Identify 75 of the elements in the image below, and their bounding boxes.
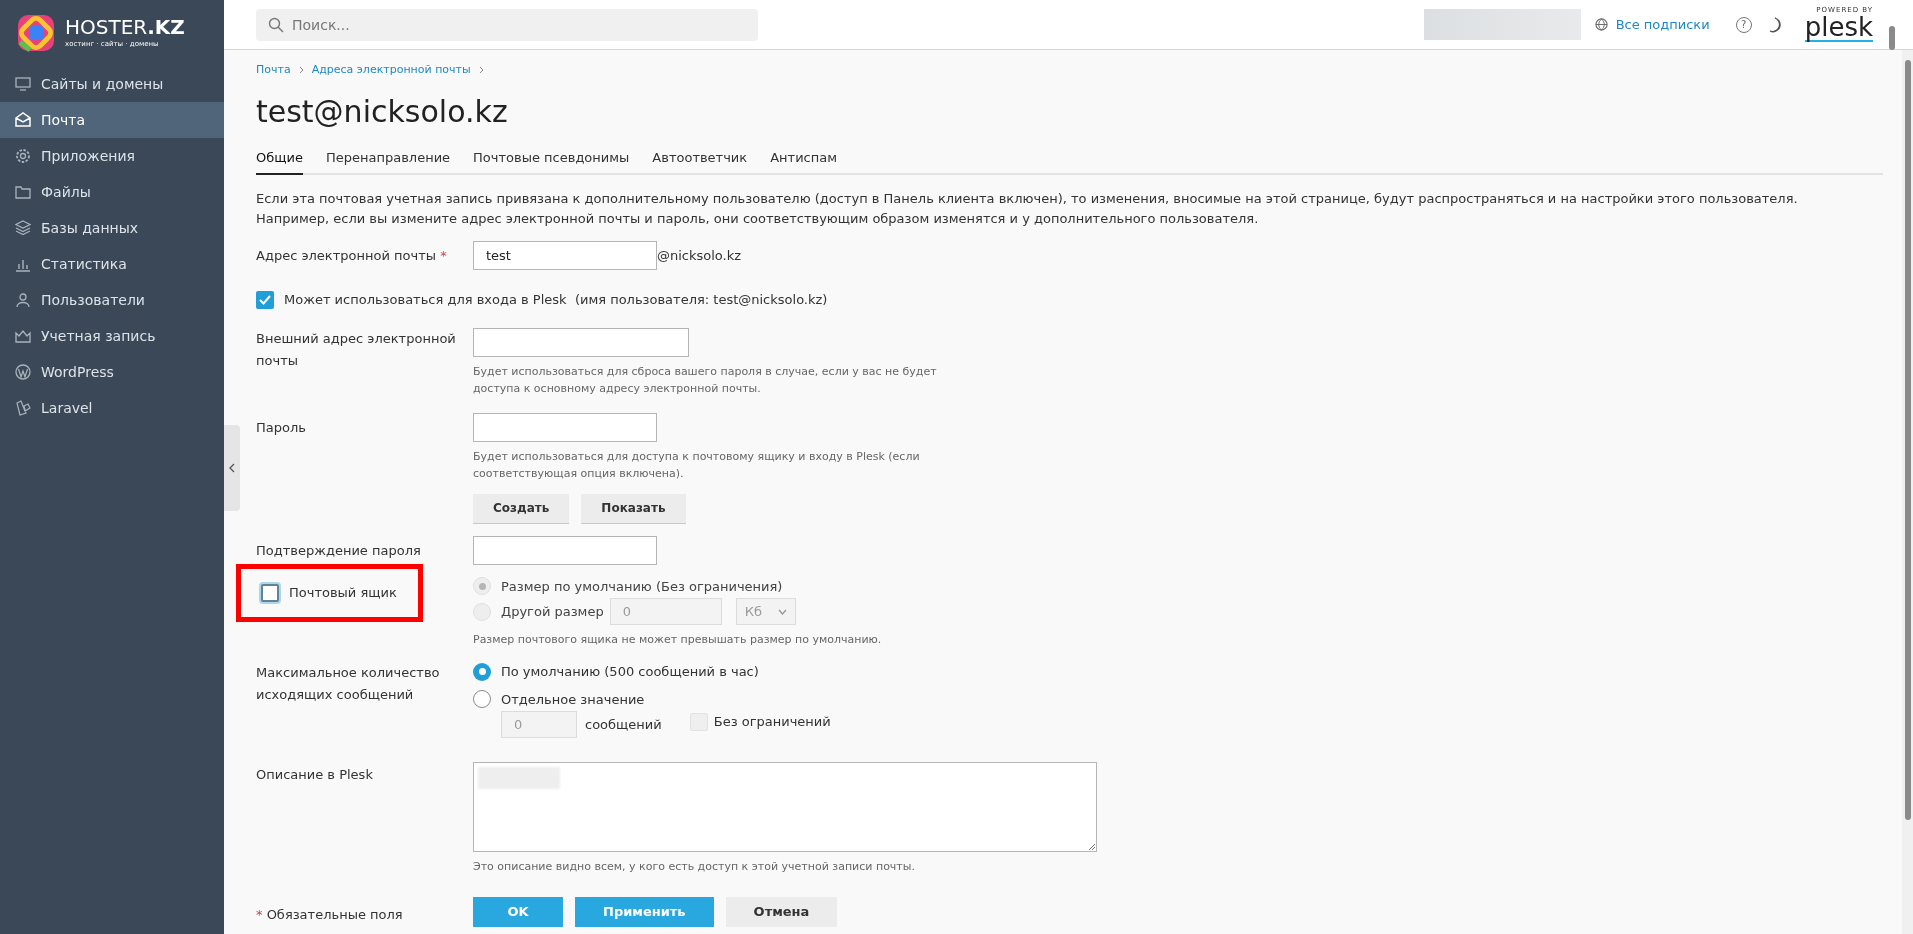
unit-label: сообщений [585,715,662,734]
laravel-icon [15,400,31,416]
field-label: Пароль [256,418,307,437]
field-label: Внешний адрес электронной почты [256,329,457,370]
chevron-right-icon [478,66,484,75]
checkbox[interactable] [261,583,279,602]
wordpress-icon [15,364,31,380]
breadcrumb-link[interactable]: Адреса электронной почты [311,62,471,79]
checkbox-label: Может использоваться для входа в Plesk (имя пользователя: test@nicksolo.kz) [284,291,828,309]
tab[interactable]: Перенаправление [325,147,451,175]
sidebar-item[interactable]: Файлы [0,174,224,210]
checkbox-label: Без ограничений [713,712,831,731]
person-icon [15,292,31,308]
radio-label: Отдельное значение [501,690,645,709]
tab[interactable]: Общие [256,147,303,175]
password-input[interactable] [473,412,657,442]
radio-label: Другой размер [501,602,604,621]
chevron-right-icon [298,66,304,75]
sidebar-item[interactable]: Приложения [0,138,224,174]
sidebar-item[interactable]: Статистика [0,246,224,282]
radio-label: Размер по умолчанию (Без ограничения) [501,577,783,596]
resize-grip-icon [1088,843,1095,850]
field-label: Адрес электронной почты * [256,247,447,263]
logo-icon [15,12,57,54]
sidebar-item[interactable]: WordPress [0,354,224,390]
chevron-left-icon [229,463,235,473]
external-email-input[interactable] [473,327,689,357]
collapse-handle[interactable] [224,425,240,511]
form-button[interactable]: Показать [581,493,686,524]
page-title: test@nicksolo.kz [256,92,509,131]
action-button[interactable]: Отмена [725,897,838,927]
radio-button[interactable] [473,690,491,709]
subscriptions-link[interactable]: Все подписки [1594,14,1710,35]
sidebar-item[interactable]: Сайты и домены [0,66,224,102]
intro-text: Если эта почтовая учетная запись привязана к дополнительному пользователю (доступ в Панель клиента включен), то изменения, вносимые на этой странице, будут распространяться и на настройки этого пользователя. Например, если вы измените адрес электронной почты и пароль, они соответствующим образом изменятся и у дополнительного пользователя. [256,190,1799,228]
monitor-icon [15,76,31,92]
tab[interactable]: Антиспам [770,147,837,175]
sidebar-item[interactable]: Laravel [0,390,224,426]
sidebar-item[interactable]: Учетная запись [0,318,224,354]
tab[interactable]: Автоответчик [652,147,748,175]
tab[interactable]: Почтовые псевдонимы [473,147,630,175]
hint-text: Размер почтового ящика не может превышать размер по умолчанию. [473,632,882,648]
caret-icon [777,608,787,615]
required-note: * Обязательные поля [256,906,404,924]
plesk-logo: plesk [1804,14,1873,42]
breadcrumb-link[interactable]: Почта [256,62,291,79]
field-label: Описание в Plesk [256,766,374,784]
search-icon [268,16,284,33]
hint-text: Это описание видно всем, у кого есть доступ к этой учетной записи почты. [473,859,916,875]
envelope-icon [15,112,31,128]
field-label: Максимальное количество исходящих сообщений [256,664,441,704]
globe-icon [1594,18,1608,31]
checkmark-icon [259,294,271,305]
checkbox[interactable] [256,290,274,309]
sidebar-item[interactable]: Пользователи [0,282,224,318]
description-textarea[interactable] [473,762,1097,852]
password-confirm-input[interactable] [473,535,657,565]
sidebar-item[interactable]: Базы данных [0,210,224,246]
sidebar-item[interactable]: Почта [0,102,224,138]
radio-label: По умолчанию (500 сообщений в час) [501,663,759,681]
hint-text: Будет использоваться для сброса вашего пароля в случае, если у вас не будет доступа к основному адресу электронной почты. [473,363,938,397]
layers-icon [15,220,31,236]
email-input[interactable]: test [473,241,657,270]
gear-icon [15,148,31,164]
crown-icon [15,328,31,344]
radio-button[interactable] [473,662,491,681]
brand-name: HOSTER.KZ [65,16,185,37]
form-button[interactable]: Создать [473,493,570,524]
domain-suffix: @nicksolo.kz [657,246,742,265]
search-field[interactable]: Поиск... [256,8,758,41]
hint-text: Будет использоваться для доступа к почтовому ящику и входу в Plesk (если соответствующая опция включена). [473,448,921,482]
field-label: Подтверждение пароля [256,541,422,560]
moon-icon[interactable] [1768,16,1783,33]
folder-icon [15,184,31,200]
checkbox-label: Почтовый ящик [289,583,397,602]
